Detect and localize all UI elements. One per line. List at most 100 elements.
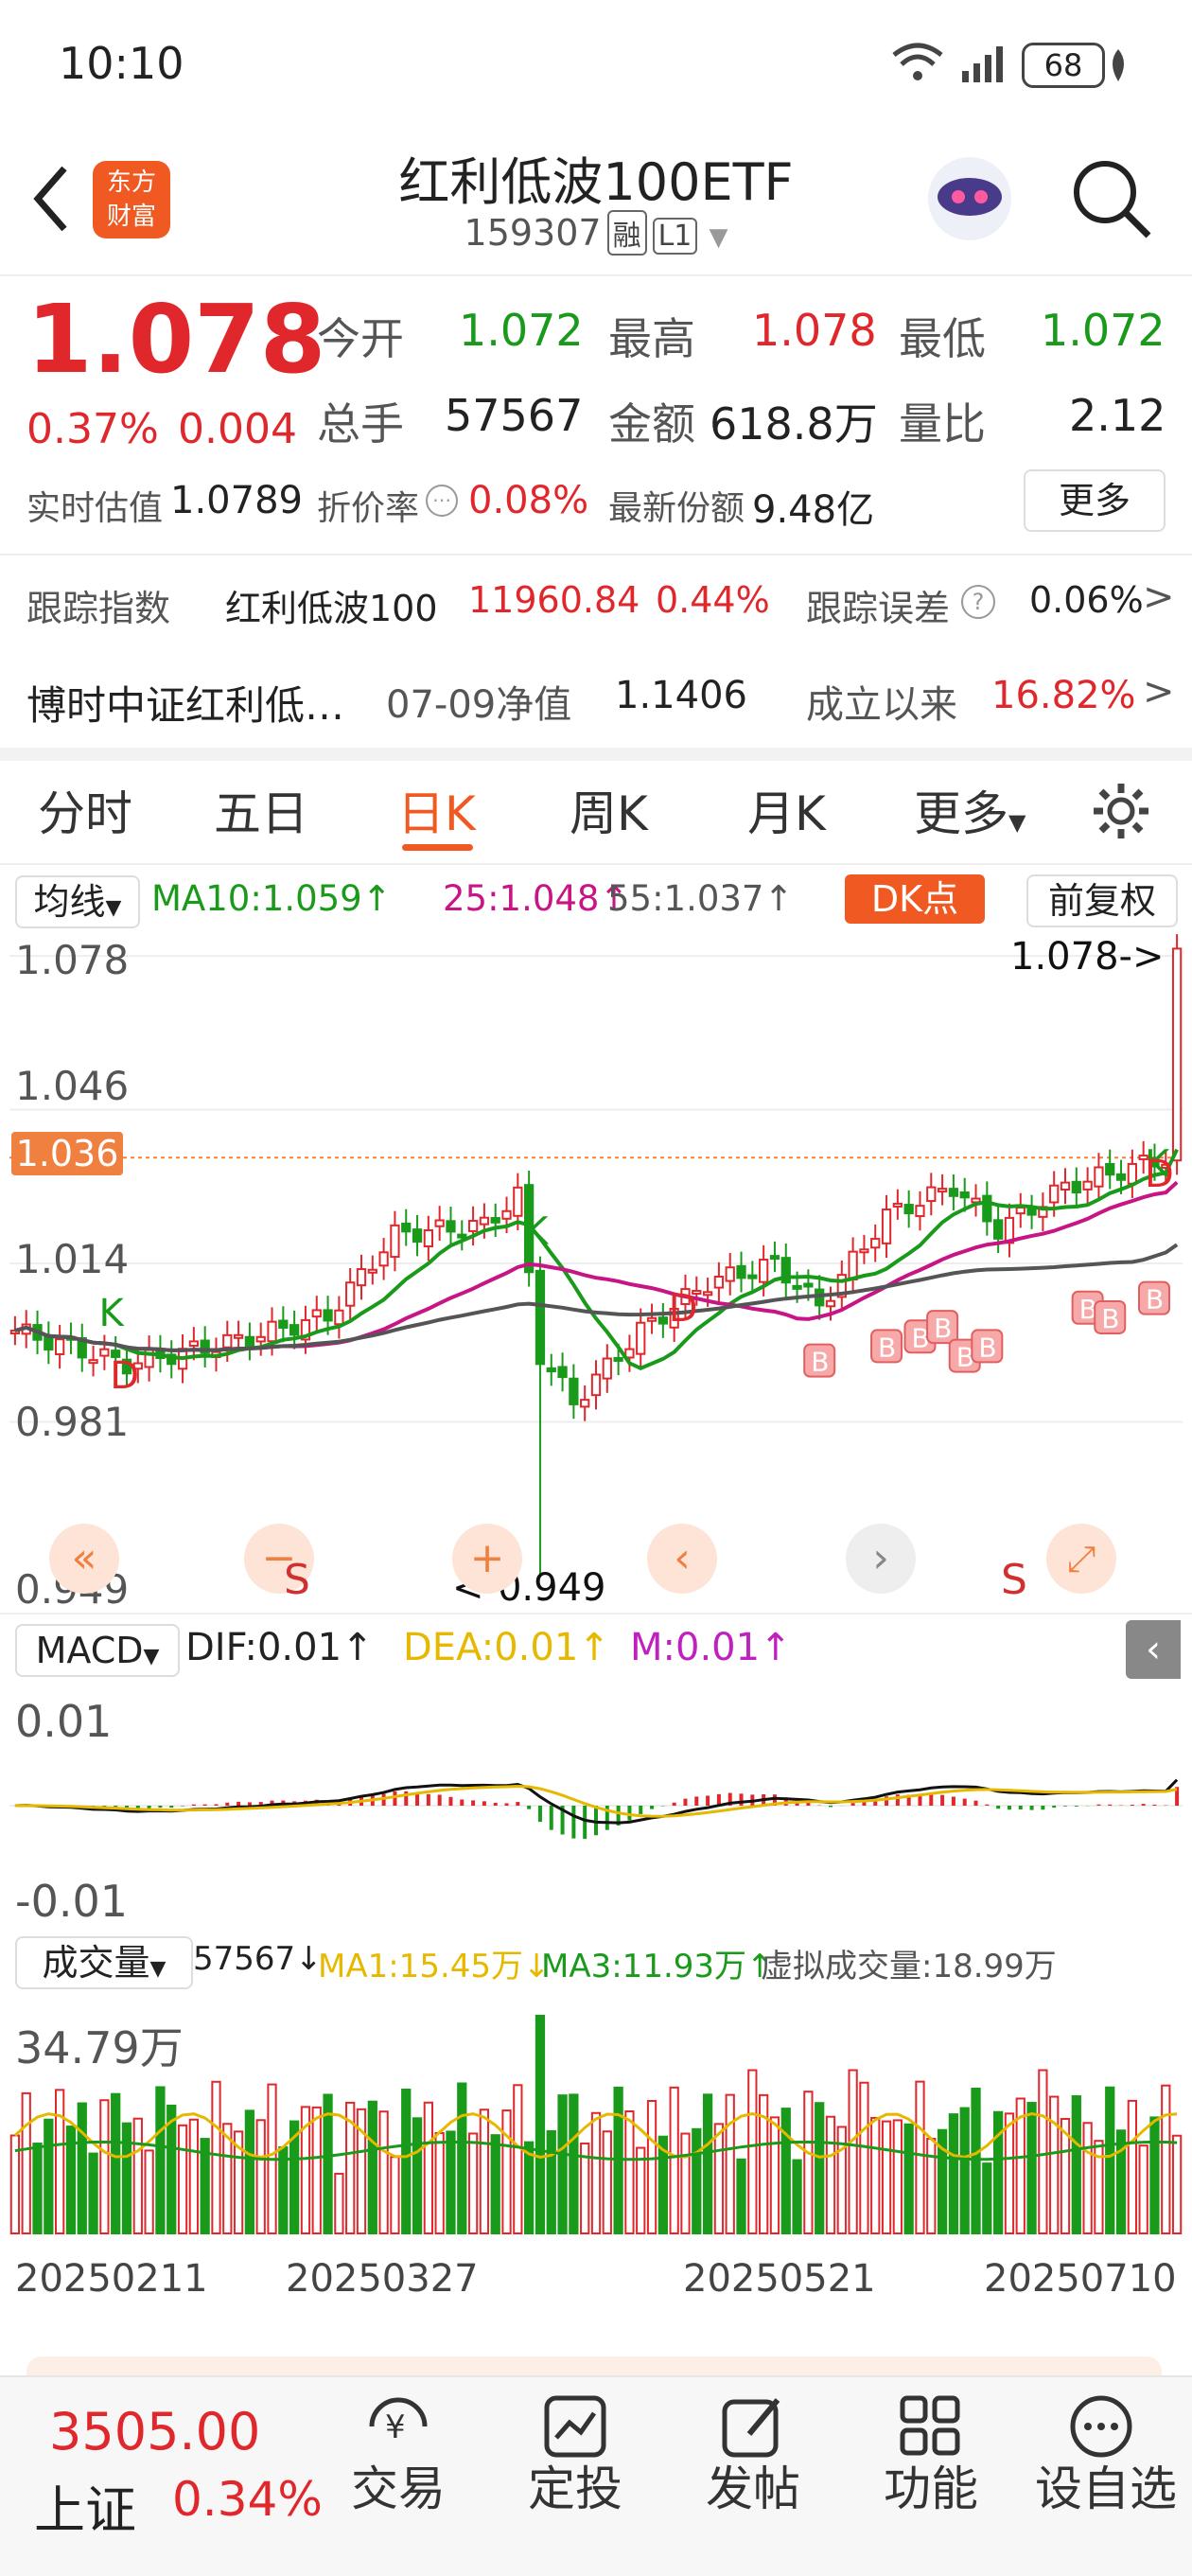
ma55-value: 55:1.037↑: [607, 878, 794, 919]
kline-chart[interactable]: B B B BB BB BBKDKDKD: [9, 932, 1183, 1609]
ma-selector-label: 均线: [33, 881, 106, 923]
fullscreen-icon[interactable]: ⤢: [1046, 1524, 1116, 1594]
last-price: 1.078: [26, 284, 326, 395]
tab-weekly-k[interactable]: 周K: [570, 776, 648, 844]
scroll-to-start-button[interactable]: «: [49, 1524, 119, 1594]
chevron-down-icon[interactable]: ▼: [709, 223, 727, 252]
dk-point-button[interactable]: DK点: [845, 874, 985, 924]
tab-more[interactable]: 更多▼: [914, 776, 1025, 844]
candle: [367, 1268, 377, 1274]
volume-current: 57567↓: [193, 1940, 323, 1978]
volume-bar: [155, 2086, 166, 2234]
index-name[interactable]: 上证: [34, 2468, 136, 2543]
low-value: 1.072: [1041, 305, 1166, 356]
change-percent: 0.37%: [26, 405, 159, 453]
svg-text:B: B: [1101, 1303, 1119, 1334]
candle: [803, 1282, 814, 1288]
tab-intraday[interactable]: 分时: [38, 776, 132, 844]
volume-bar: [557, 2094, 568, 2234]
max-price-label: 1.078->: [1010, 935, 1165, 979]
security-code: 159307: [464, 212, 602, 254]
scroll-right-button[interactable]: ›: [846, 1524, 916, 1594]
candle: [446, 1220, 456, 1233]
volume-bar: [144, 2149, 154, 2234]
more-button[interactable]: 更多: [1024, 469, 1166, 532]
nav-add-watchlist[interactable]: 设自选: [1025, 2451, 1186, 2519]
volume-bar: [1115, 2129, 1127, 2234]
volume-bar: [792, 2159, 802, 2234]
chevron-down-icon: ▼: [143, 1645, 160, 1668]
candle: [1115, 1173, 1127, 1181]
tracking-error-value[interactable]: 0.06%: [1029, 579, 1144, 621]
tab-five-day[interactable]: 五日: [214, 776, 308, 844]
volume-bar: [367, 2100, 377, 2235]
candle: [870, 1238, 881, 1249]
volume-bar: [401, 2088, 412, 2234]
macd-selector[interactable]: MACD▼: [15, 1624, 180, 1677]
collapse-panel-button[interactable]: ‹: [1126, 1620, 1181, 1679]
candle: [702, 1291, 713, 1297]
index-value[interactable]: 3505.00: [49, 2402, 260, 2461]
info-icon[interactable]: ⋯: [426, 485, 458, 517]
volume-bar: [177, 2124, 188, 2234]
help-icon[interactable]: ?: [961, 585, 995, 619]
candle: [636, 1321, 646, 1355]
macd-selector-label: MACD: [35, 1630, 144, 1671]
open-value: 1.072: [459, 305, 584, 356]
candle: [535, 1269, 546, 1366]
candle: [881, 1209, 892, 1244]
scroll-left-button[interactable]: ‹: [647, 1524, 717, 1594]
nav-post[interactable]: 发帖: [692, 2451, 815, 2519]
tracking-error-label: 跟踪误差: [806, 588, 951, 629]
robot-avatar-icon[interactable]: [922, 151, 1017, 246]
volume-bar: [211, 2080, 221, 2234]
amount-value: 618.8万: [710, 398, 878, 450]
nav-trade[interactable]: 交易: [337, 2451, 460, 2519]
sell-marker: S: [284, 1556, 310, 1604]
volume-bar: [602, 2130, 612, 2235]
volume-bar: [903, 2123, 914, 2234]
active-tab-indicator: [402, 844, 473, 851]
fund-name[interactable]: 博时中证红利低…: [26, 674, 344, 732]
volume-bar: [1038, 2069, 1048, 2234]
candle: [959, 1191, 970, 1199]
wifi-icon: [892, 43, 943, 80]
candle: [725, 1266, 735, 1282]
volume-bar: [892, 2119, 903, 2235]
y-label-2: 1.046: [15, 1063, 130, 1109]
candle: [713, 1276, 725, 1289]
nav-functions[interactable]: 功能: [869, 2451, 992, 2519]
sell-marker: S: [1001, 1556, 1027, 1604]
chevron-right-icon[interactable]: >: [1143, 575, 1175, 619]
volume-bar: [99, 2099, 110, 2234]
volume-bar: [926, 2137, 937, 2234]
macd-chart: [9, 1778, 1183, 1840]
tab-monthly-k[interactable]: 月K: [747, 776, 826, 844]
price-adjust-button[interactable]: 前复权: [1026, 874, 1178, 927]
volume-bar: [1082, 2122, 1093, 2234]
gear-icon[interactable]: [1088, 778, 1154, 844]
since-inception-value[interactable]: 16.82%: [991, 674, 1136, 717]
high-value: 1.078: [752, 305, 877, 356]
margin-badge: 融: [606, 210, 647, 256]
svg-text:B: B: [1146, 1284, 1164, 1315]
search-icon[interactable]: [1069, 156, 1154, 241]
volume-bar: [1071, 2095, 1081, 2234]
volume-bar: [803, 2091, 814, 2234]
zoom-in-button[interactable]: +: [452, 1524, 522, 1594]
volume-bar: [21, 2091, 31, 2235]
chevron-right-icon[interactable]: >: [1143, 670, 1175, 714]
svg-text:B: B: [934, 1313, 952, 1344]
volume-bar: [1161, 2084, 1171, 2234]
chevron-down-icon: ▼: [105, 896, 122, 920]
candle: [1015, 1207, 1025, 1215]
x-date-label: 20250211: [15, 2257, 208, 2301]
volume-max-label: 34.79万: [15, 2022, 184, 2073]
volume-selector[interactable]: 成交量▼: [15, 1936, 193, 1989]
tracking-index-name[interactable]: 红利低波100: [225, 579, 438, 631]
volume-value: 57567: [445, 390, 584, 441]
ma-selector[interactable]: 均线▼: [15, 875, 140, 928]
nav-invest-plan[interactable]: 定投: [514, 2451, 637, 2519]
high-label: 最高: [608, 313, 695, 364]
tab-daily-k[interactable]: 日K: [397, 776, 476, 844]
